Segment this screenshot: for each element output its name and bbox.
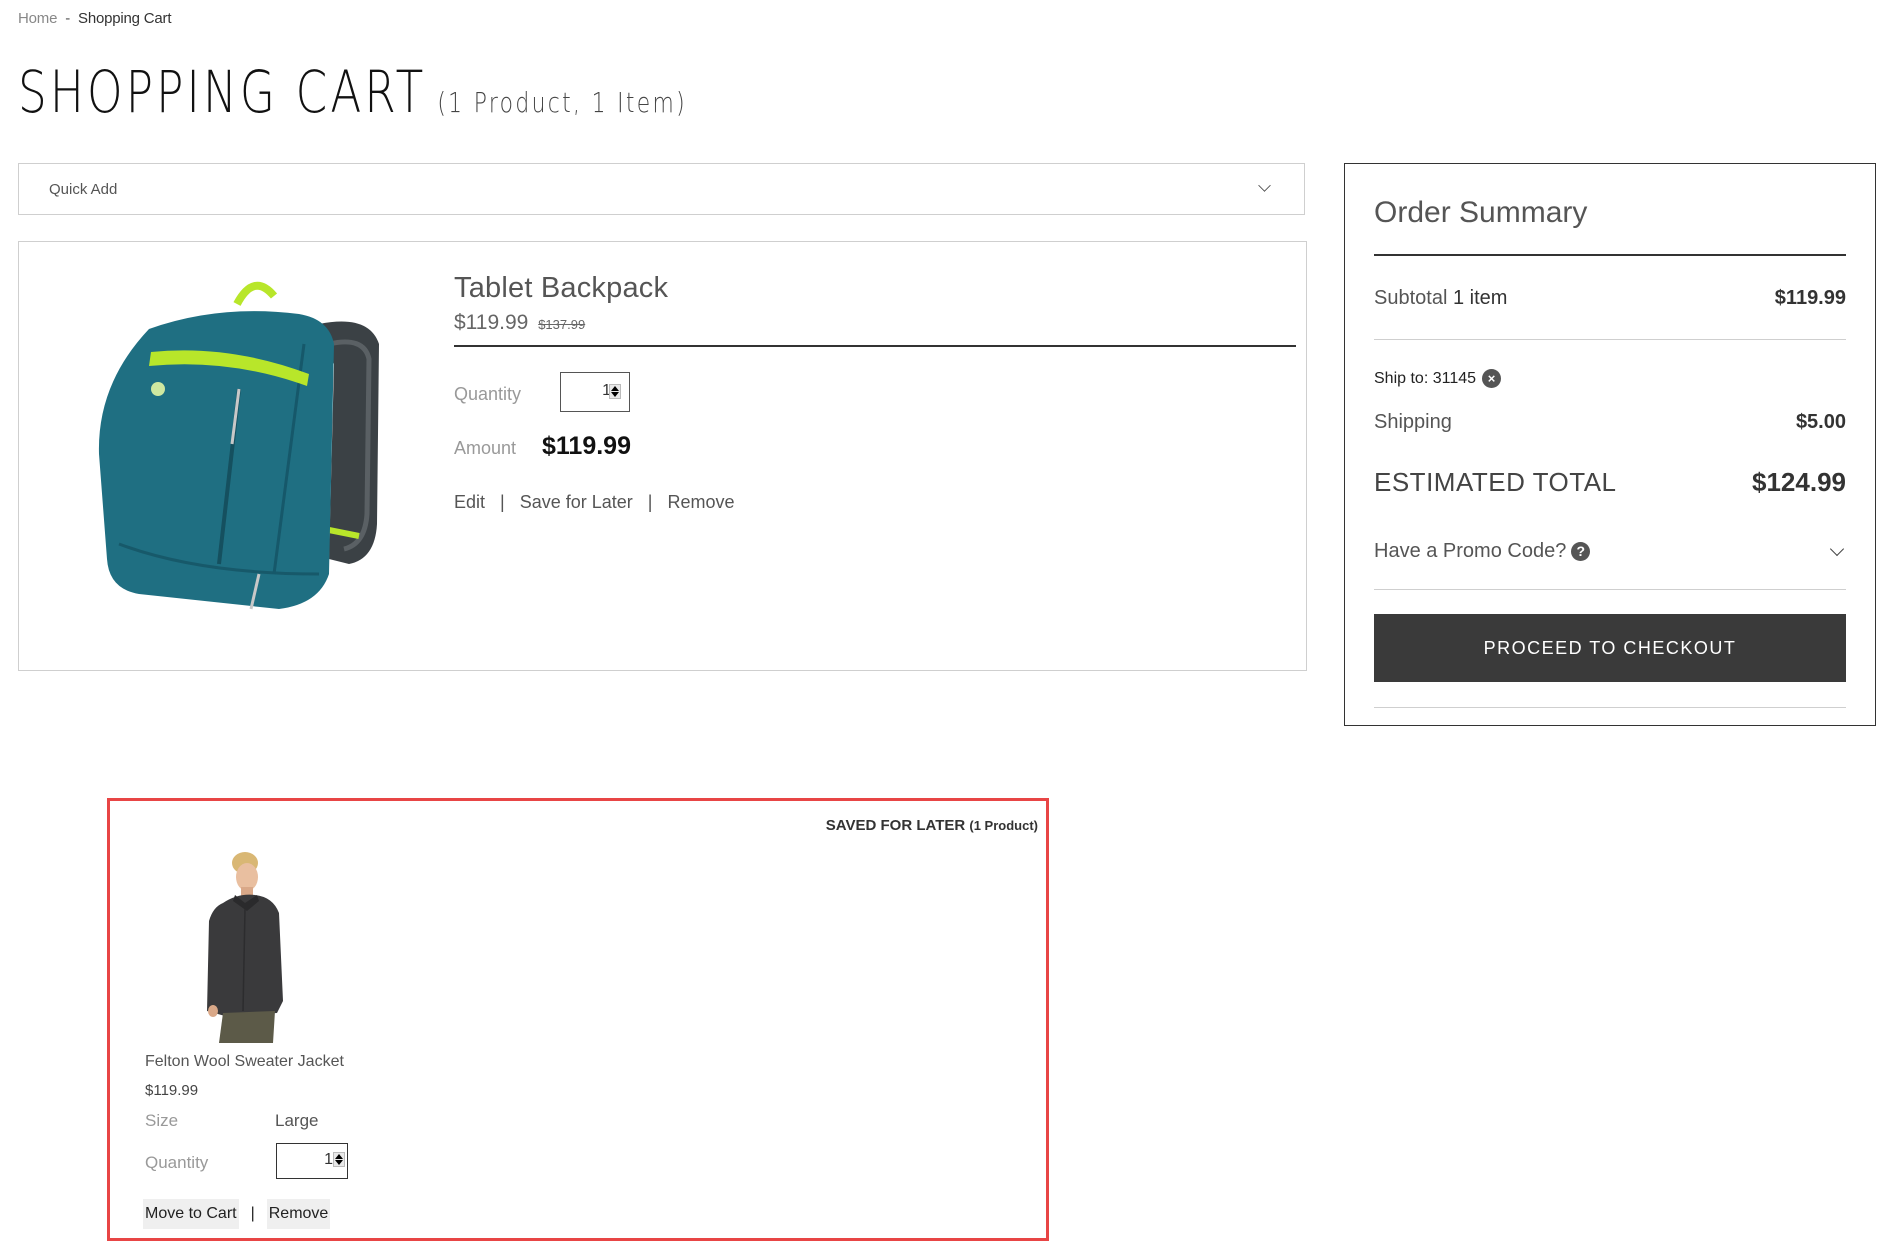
saved-product-name[interactable]: Felton Wool Sweater Jacket bbox=[145, 1053, 344, 1071]
proceed-to-checkout-button[interactable]: PROCEED TO CHECKOUT bbox=[1374, 614, 1846, 682]
cart-item-details: Tablet Backpack $119.99 $137.99 Quantity… bbox=[454, 272, 1296, 512]
page-title-text: SHOPPING CART bbox=[18, 58, 427, 126]
breadcrumb-current: Shopping Cart bbox=[78, 10, 172, 27]
saved-heading-count: (1 Product) bbox=[969, 818, 1038, 833]
shipping-value: $5.00 bbox=[1795, 411, 1846, 433]
divider bbox=[1374, 707, 1846, 708]
quantity-row: Quantity 1 bbox=[454, 372, 630, 412]
cart-count: (1 Product, 1 Item) bbox=[437, 86, 688, 119]
subtotal-label: Subtotal 1 item bbox=[1374, 287, 1507, 310]
subtotal-items: 1 item bbox=[1452, 287, 1508, 309]
remove-saved-button[interactable]: Remove bbox=[266, 1199, 331, 1229]
move-to-cart-button[interactable]: Move to Cart bbox=[143, 1199, 239, 1229]
saved-item-actions: Move to Cart | Remove bbox=[143, 1199, 331, 1229]
order-summary: Order Summary Subtotal 1 item $119.99 Sh… bbox=[1344, 163, 1876, 726]
product-name[interactable]: Tablet Backpack bbox=[454, 272, 1296, 305]
breadcrumb: Home - Shopping Cart bbox=[18, 10, 172, 27]
quick-add-toggle[interactable]: Quick Add bbox=[18, 163, 1305, 215]
x-circle-icon[interactable]: × bbox=[1482, 369, 1502, 388]
quantity-stepper[interactable]: 1 bbox=[560, 372, 630, 412]
remove-link[interactable]: Remove bbox=[667, 492, 734, 512]
ship-to: Ship to: 31145 × bbox=[1374, 369, 1502, 388]
promo-code-toggle[interactable]: Have a Promo Code?? bbox=[1374, 540, 1846, 563]
subtotal-label-text: Subtotal bbox=[1374, 287, 1448, 309]
product-price-row: $119.99 $137.99 bbox=[454, 311, 1296, 335]
separator: | bbox=[500, 492, 505, 512]
divider bbox=[454, 345, 1296, 347]
save-for-later-link[interactable]: Save for Later bbox=[520, 492, 633, 512]
saved-quantity-stepper[interactable]: 1 bbox=[276, 1143, 348, 1179]
shipping-label: Shipping bbox=[1374, 411, 1452, 433]
size-value: Large bbox=[275, 1111, 319, 1130]
saved-heading-text: SAVED FOR LATER bbox=[825, 817, 966, 834]
question-circle-icon[interactable]: ? bbox=[1571, 542, 1591, 561]
quick-add-label: Quick Add bbox=[49, 181, 118, 198]
size-label: Size bbox=[145, 1111, 179, 1130]
subtotal-value: $119.99 bbox=[1774, 287, 1846, 309]
quantity-value: 1 bbox=[324, 1151, 333, 1168]
ship-to-label: Ship to: 31145 bbox=[1374, 369, 1477, 387]
quantity-label: Quantity bbox=[145, 1153, 209, 1172]
subtotal-row: Subtotal 1 item $119.99 bbox=[1374, 287, 1846, 310]
estimated-total-value: $124.99 bbox=[1752, 467, 1846, 497]
product-price: $119.99 bbox=[454, 311, 529, 334]
saved-for-later-section: SAVED FOR LATER (1 Product) Felton Wool … bbox=[107, 798, 1049, 1241]
spinner-arrows-icon[interactable] bbox=[609, 384, 621, 399]
separator: | bbox=[250, 1205, 255, 1222]
amount-value: $119.99 bbox=[542, 432, 631, 460]
amount-label: Amount bbox=[454, 438, 517, 458]
divider bbox=[1374, 254, 1846, 256]
estimated-total-label: ESTIMATED TOTAL bbox=[1374, 467, 1617, 497]
cart-item: Tablet Backpack $119.99 $137.99 Quantity… bbox=[18, 241, 1307, 671]
promo-label-text: Have a Promo Code? bbox=[1374, 540, 1567, 562]
product-original-price: $137.99 bbox=[538, 317, 586, 332]
promo-label: Have a Promo Code?? bbox=[1374, 540, 1846, 563]
separator: | bbox=[647, 492, 653, 512]
estimated-total-row: ESTIMATED TOTAL $124.99 bbox=[1374, 467, 1846, 498]
shipping-row: Shipping $5.00 bbox=[1374, 411, 1846, 434]
page-title: SHOPPING CART (1 Product, 1 Item) bbox=[18, 58, 687, 126]
divider bbox=[1374, 589, 1846, 590]
quantity-label: Quantity bbox=[454, 384, 522, 404]
breadcrumb-home-link[interactable]: Home bbox=[18, 10, 57, 27]
order-summary-title: Order Summary bbox=[1374, 196, 1588, 229]
chevron-down-icon bbox=[1258, 179, 1271, 192]
spinner-arrows-icon[interactable] bbox=[333, 1152, 345, 1167]
product-image-jacket[interactable] bbox=[193, 851, 293, 1043]
cart-item-actions: Edit | Save for Later | Remove bbox=[454, 492, 735, 513]
breadcrumb-separator: - bbox=[65, 10, 71, 27]
divider bbox=[1374, 339, 1846, 340]
saved-product-price: $119.99 bbox=[145, 1082, 199, 1099]
amount-row: Amount $119.99 bbox=[454, 432, 631, 460]
edit-link[interactable]: Edit bbox=[454, 492, 485, 512]
saved-for-later-heading: SAVED FOR LATER (1 Product) bbox=[826, 817, 1038, 834]
product-image-backpack[interactable] bbox=[79, 274, 399, 634]
